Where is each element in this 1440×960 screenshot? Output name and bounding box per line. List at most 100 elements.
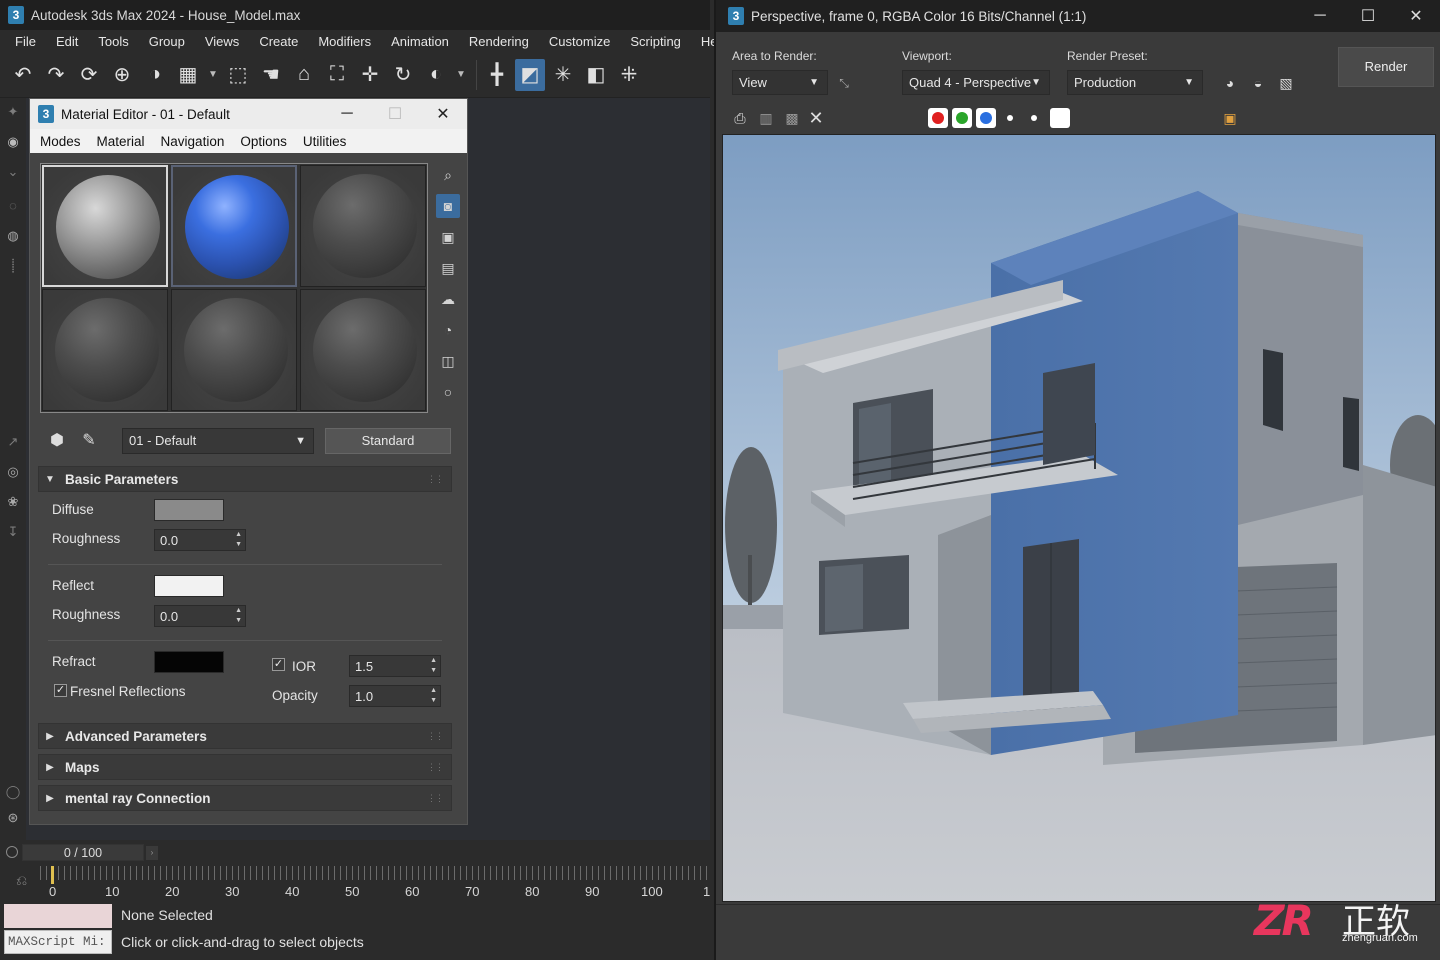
time-config-icon[interactable]	[6, 846, 18, 858]
render-button[interactable]: Render	[1338, 47, 1434, 87]
drag-grip-icon[interactable]: ⋮⋮	[427, 731, 444, 742]
minimize-icon[interactable]: ─	[1296, 0, 1344, 32]
redo-icon[interactable]: ↷	[41, 59, 71, 91]
clone-frame-icon[interactable]: ▩	[780, 106, 804, 130]
close-icon[interactable]: ✕	[420, 99, 466, 129]
create-panel-icon[interactable]: ✦	[5, 104, 21, 120]
dropdown-arrow-icon[interactable]: ▼	[454, 59, 468, 91]
background-icon[interactable]: ▣	[436, 225, 460, 249]
refract-color-swatch[interactable]	[154, 651, 224, 673]
eyedropper-icon[interactable]: ✎	[76, 427, 102, 453]
menu-tools[interactable]: Tools	[88, 34, 138, 49]
options-icon[interactable]: ◫	[436, 349, 460, 373]
display-correction-icon[interactable]: ▣	[1218, 106, 1242, 130]
viewport-dropdown[interactable]: Quad 4 - Perspective ▼	[902, 70, 1050, 95]
layer-icon[interactable]: ◎	[5, 464, 21, 480]
sample-slot-2[interactable]	[171, 165, 297, 287]
clear-icon[interactable]: ✕	[804, 106, 828, 130]
hierarchy-icon[interactable]: ⌄	[5, 164, 21, 180]
menu-group[interactable]: Group	[139, 34, 195, 49]
align-icon[interactable]: ⁜	[614, 59, 644, 91]
sample-slot-1[interactable]	[42, 165, 168, 287]
opacity-spinner[interactable]: 1.0 ▲ ▼	[349, 685, 441, 707]
lock-icon[interactable]: ◯	[5, 784, 21, 800]
material-type-button[interactable]: Standard	[325, 428, 451, 454]
spinner-arrows-icon[interactable]: ▲ ▼	[235, 530, 242, 550]
scene-explorer-icon[interactable]: ❀	[5, 494, 21, 510]
render-production-icon[interactable]: ▧	[1274, 71, 1298, 95]
close-icon[interactable]: ✕	[1392, 0, 1440, 32]
rect-selection-icon[interactable]: ⌂	[289, 59, 319, 91]
render-titlebar[interactable]: 3 Perspective, frame 0, RGBA Color 16 Bi…	[716, 0, 1440, 32]
unlink-icon[interactable]: ⊕	[107, 59, 137, 91]
background-color-swatch[interactable]	[1050, 108, 1070, 128]
menu-create[interactable]: Create	[249, 34, 308, 49]
time-slider[interactable]: 0 / 100	[22, 844, 144, 861]
select-by-material-icon[interactable]: ○	[436, 380, 460, 404]
sample-slot-4[interactable]	[42, 289, 168, 411]
maximize-icon[interactable]: ☐	[372, 99, 418, 129]
drag-grip-icon[interactable]: ⋮⋮	[427, 762, 444, 773]
drag-grip-icon[interactable]: ⋮⋮	[427, 474, 444, 485]
dropdown-arrow-icon[interactable]: ▼	[206, 59, 220, 91]
uv-tiling-icon[interactable]: ▤	[436, 256, 460, 280]
spotlight-icon[interactable]: ⊛	[5, 810, 21, 826]
utilities-icon[interactable]: ⸽	[5, 256, 21, 273]
alpha-channel-toggle[interactable]	[1000, 108, 1020, 128]
select-scale-icon[interactable]: ◐	[421, 59, 451, 91]
modify-panel-icon[interactable]: ◉	[5, 134, 21, 150]
window-crossing-icon[interactable]: ⛶	[322, 59, 352, 91]
pin2-icon[interactable]: ↧	[5, 524, 21, 540]
menu-modifiers[interactable]: Modifiers	[308, 34, 381, 49]
ior-spinner[interactable]: 1.5 ▲ ▼	[349, 655, 441, 677]
menu-options[interactable]: Options	[232, 134, 295, 149]
drag-grip-icon[interactable]: ⋮⋮	[427, 793, 444, 804]
save-image-icon[interactable]: ⎙	[728, 106, 752, 130]
select-object-icon[interactable]: ⬚	[223, 59, 253, 91]
area-to-render-dropdown[interactable]: View ▼	[732, 70, 828, 95]
menu-animation[interactable]: Animation	[381, 34, 459, 49]
menu-edit[interactable]: Edit	[46, 34, 88, 49]
pin-icon[interactable]: ↗	[5, 434, 21, 450]
maxscript-listener-output[interactable]	[4, 904, 112, 928]
maxscript-mini-listener[interactable]: MAXScript Mi:	[4, 930, 112, 954]
motion-icon[interactable]: ◌	[5, 198, 21, 214]
minimize-icon[interactable]: ─	[324, 99, 370, 129]
material-editor-titlebar[interactable]: 3 Material Editor - 01 - Default ─ ☐ ✕	[30, 99, 467, 129]
red-channel-toggle[interactable]	[928, 108, 948, 128]
mirror-icon[interactable]: ◧	[581, 59, 611, 91]
roughness-spinner[interactable]: 0.0 ▲ ▼	[154, 529, 246, 551]
select-move-icon[interactable]: ✛	[355, 59, 385, 91]
fresnel-checkbox[interactable]: ✓	[54, 684, 67, 697]
sample-slot-3[interactable]	[300, 165, 426, 287]
select-by-name-icon[interactable]: ☚	[256, 59, 286, 91]
spinner-arrows-icon[interactable]: ▲ ▼	[430, 656, 437, 676]
green-channel-toggle[interactable]	[952, 108, 972, 128]
menu-utilities[interactable]: Utilities	[295, 134, 355, 149]
material-name-dropdown[interactable]: 01 - Default ▼	[122, 428, 314, 454]
mono-toggle[interactable]	[1024, 108, 1044, 128]
reflect-color-swatch[interactable]	[154, 575, 224, 597]
blue-channel-toggle[interactable]	[976, 108, 996, 128]
edit-region-icon[interactable]: ⤡	[832, 71, 856, 95]
ior-checkbox[interactable]: ✓	[272, 658, 285, 671]
spinner-arrows-icon[interactable]: ▲ ▼	[430, 686, 437, 706]
spinner-arrows-icon[interactable]: ▲ ▼	[235, 606, 242, 626]
angle-snap-icon[interactable]: ✳	[548, 59, 578, 91]
rollout-maps[interactable]: ▶ Maps ⋮⋮	[38, 754, 452, 780]
select-rotate-icon[interactable]: ↻	[388, 59, 418, 91]
selection-filter-icon[interactable]: ▦	[173, 59, 203, 91]
diffuse-color-swatch[interactable]	[154, 499, 224, 521]
rollout-basic-parameters[interactable]: ▼ Basic Parameters ⋮⋮	[38, 466, 452, 492]
menu-views[interactable]: Views	[195, 34, 249, 49]
pick-material-icon[interactable]: ⬢	[44, 427, 70, 453]
maximize-icon[interactable]: ☐	[1344, 0, 1392, 32]
sample-type-icon[interactable]: ⌕	[436, 163, 460, 187]
menu-modes[interactable]: Modes	[32, 134, 89, 149]
menu-rendering[interactable]: Rendering	[459, 34, 539, 49]
curve-editor-icon[interactable]: ⎌	[16, 872, 27, 889]
render-setup-icon[interactable]: ◕	[1218, 71, 1242, 95]
backlight-icon[interactable]: ◙	[436, 194, 460, 218]
menu-material[interactable]: Material	[89, 134, 153, 149]
sample-slot-5[interactable]	[171, 289, 297, 411]
